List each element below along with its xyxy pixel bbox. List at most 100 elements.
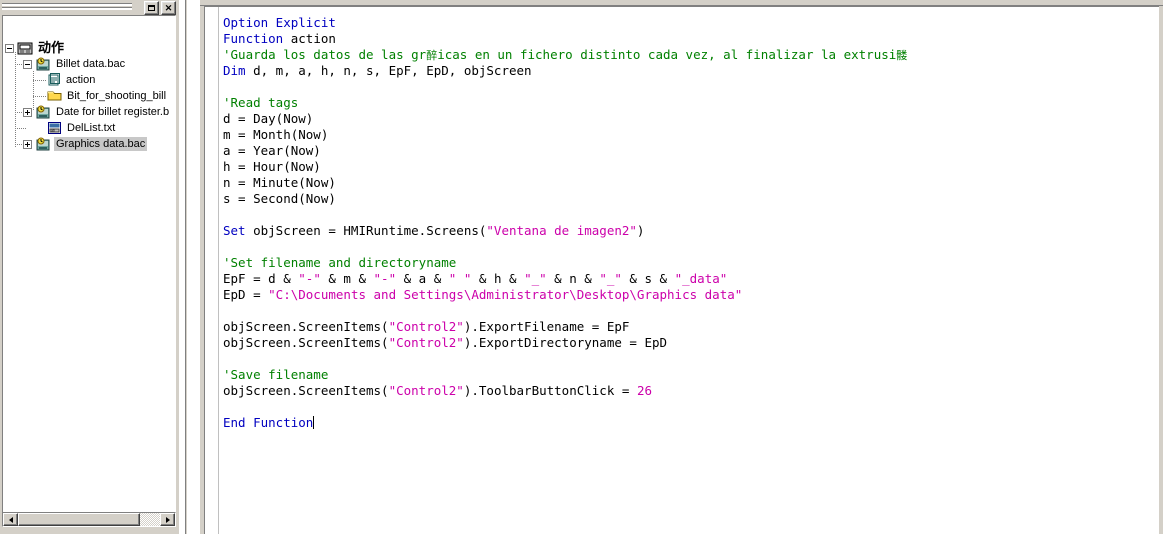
tree-root-label: 动作 [38, 40, 65, 55]
code-token: 'Save filename [223, 367, 329, 382]
code-token: "-" [298, 271, 321, 286]
folder-icon [47, 89, 62, 104]
titlebar-grip-line [2, 7, 132, 10]
bac-file-icon [35, 57, 51, 72]
code-line: objScreen.ScreenItems("Control2").Export… [223, 335, 907, 351]
code-token: "Control2" [388, 383, 464, 398]
text-file-icon: ab [47, 121, 62, 136]
code-token: "_" [524, 271, 547, 286]
tree-node-action[interactable]: action [47, 72, 97, 88]
tree-item-label: DelList.txt [67, 122, 116, 134]
close-button[interactable]: ✕ [161, 1, 176, 15]
tree-node-billet-data[interactable]: Billet data.bac [23, 56, 127, 72]
code-token: "_" [599, 271, 622, 286]
code-token: End Function [223, 415, 314, 430]
code-token: h = Hour(Now) [223, 159, 321, 174]
code-token: d, m, a, h, n, s, EpF, EpD, objScreen [245, 63, 532, 78]
maximize-button[interactable] [144, 1, 159, 15]
code-token: & a & [396, 271, 449, 286]
tree-node-bit-for-shooting-bill[interactable]: Bit_for_shooting_bill [47, 88, 168, 104]
scroll-right-button[interactable] [160, 513, 175, 526]
code-line: 'Read tags [223, 95, 907, 111]
code-line: n = Minute(Now) [223, 175, 907, 191]
code-token: ).ExportDirectoryname = EpD [463, 335, 668, 350]
code-token: "C:\Documents and Settings\Administrator… [268, 287, 743, 302]
code-line: m = Month(Now) [223, 127, 907, 143]
code-token: Function [223, 31, 284, 46]
tree-connector [15, 128, 27, 129]
code-editor-window: Option Explicit Function action 'Guarda lo… [200, 0, 1163, 534]
code-token: & m & [320, 271, 374, 286]
code-line: Function action [223, 31, 907, 47]
code-line: h = Hour(Now) [223, 159, 907, 175]
tree-item-label: Date for billet register.b [56, 106, 170, 118]
tree-node-graphics-data[interactable]: Graphics data.bac [23, 136, 148, 152]
splitter-bar[interactable] [185, 0, 188, 534]
code-line: a = Year(Now) [223, 143, 907, 159]
expander-expand-icon[interactable] [23, 107, 32, 117]
tree-item-label: action [66, 74, 96, 86]
scrollbar-track[interactable] [18, 513, 160, 526]
code-token: objScreen = HMIRuntime.Screens( [245, 223, 487, 238]
code-token: " " [448, 271, 472, 286]
tree-connector [33, 80, 47, 81]
code-line: End Function [223, 415, 907, 431]
code-token: ).ToolbarButtonClick = [463, 383, 637, 398]
code-token: & h & [471, 271, 525, 286]
svg-text:ab: ab [51, 128, 55, 132]
code-text-area[interactable]: Option Explicit Function action 'Guarda lo… [223, 15, 907, 431]
tree-nodes-container: 动作 Billet data.bac action Bit_for_shooti… [3, 16, 175, 504]
tree-item-label-selected: Graphics data.bac [54, 137, 148, 151]
editor-gutter [205, 7, 219, 534]
code-line: s = Second(Now) [223, 191, 907, 207]
expander-expand-icon[interactable] [23, 139, 32, 149]
code-token: "_data" [674, 271, 728, 286]
code-token: Dim [223, 63, 246, 78]
code-token: 'Guarda los datos de las gr [223, 47, 427, 62]
code-token: 26 [636, 383, 652, 398]
code-token: & s & [621, 271, 675, 286]
code-line: 'Guarda los datos de las gr醉icas en un f… [223, 47, 907, 63]
code-line: 'Set filename and directoryname [223, 255, 907, 271]
code-token: action [283, 31, 336, 46]
code-editor-frame[interactable]: Option Explicit Function action 'Guarda lo… [204, 6, 1159, 534]
bac-file-icon [35, 105, 51, 120]
expander-collapse-icon[interactable] [5, 43, 14, 53]
code-token: ) [636, 223, 645, 238]
code-token: ).ExportFilename = EpF [463, 319, 630, 334]
tree-horizontal-scrollbar[interactable] [2, 512, 176, 527]
action-script-icon [17, 41, 33, 56]
tree-node-dellist-txt[interactable]: ab DelList.txt [47, 120, 117, 136]
script-tree-window: ✕ 动作 Billet data.bac action Bit_for_shoo… [0, 0, 179, 534]
expander-collapse-icon[interactable] [23, 59, 32, 69]
code-token: 'Read tags [223, 95, 299, 110]
tree-client-area[interactable]: 动作 Billet data.bac action Bit_for_shooti… [2, 15, 176, 519]
tree-connector [15, 52, 16, 148]
code-token: "Ventana de imagen2" [486, 223, 637, 238]
titlebar-grip-line [2, 3, 132, 6]
code-line: Option Explicit [223, 15, 907, 31]
tree-node-date-for-billet-register[interactable]: Date for billet register.b [23, 104, 171, 120]
window-controls: ✕ [144, 1, 176, 15]
tree-window-titlebar: ✕ [0, 0, 179, 15]
code-token: s = Second(Now) [223, 191, 336, 206]
code-line: objScreen.ScreenItems("Control2").Toolba… [223, 383, 907, 399]
code-token: EpD = [223, 287, 269, 302]
code-token: Option Explicit [223, 15, 336, 30]
code-token: objScreen.ScreenItems( [223, 383, 389, 398]
text-cursor [313, 416, 315, 429]
tree-item-label: Bit_for_shooting_bill [67, 90, 167, 102]
tree-node-root[interactable]: 动作 [5, 40, 66, 56]
code-token: icas en un fichero distinto cada vez, al… [437, 47, 897, 62]
scroll-left-button[interactable] [3, 513, 18, 526]
tree-connector [33, 96, 47, 97]
code-token: 髅 [896, 49, 908, 62]
scrollbar-thumb[interactable] [18, 513, 140, 526]
code-token: objScreen.ScreenItems( [223, 335, 389, 350]
